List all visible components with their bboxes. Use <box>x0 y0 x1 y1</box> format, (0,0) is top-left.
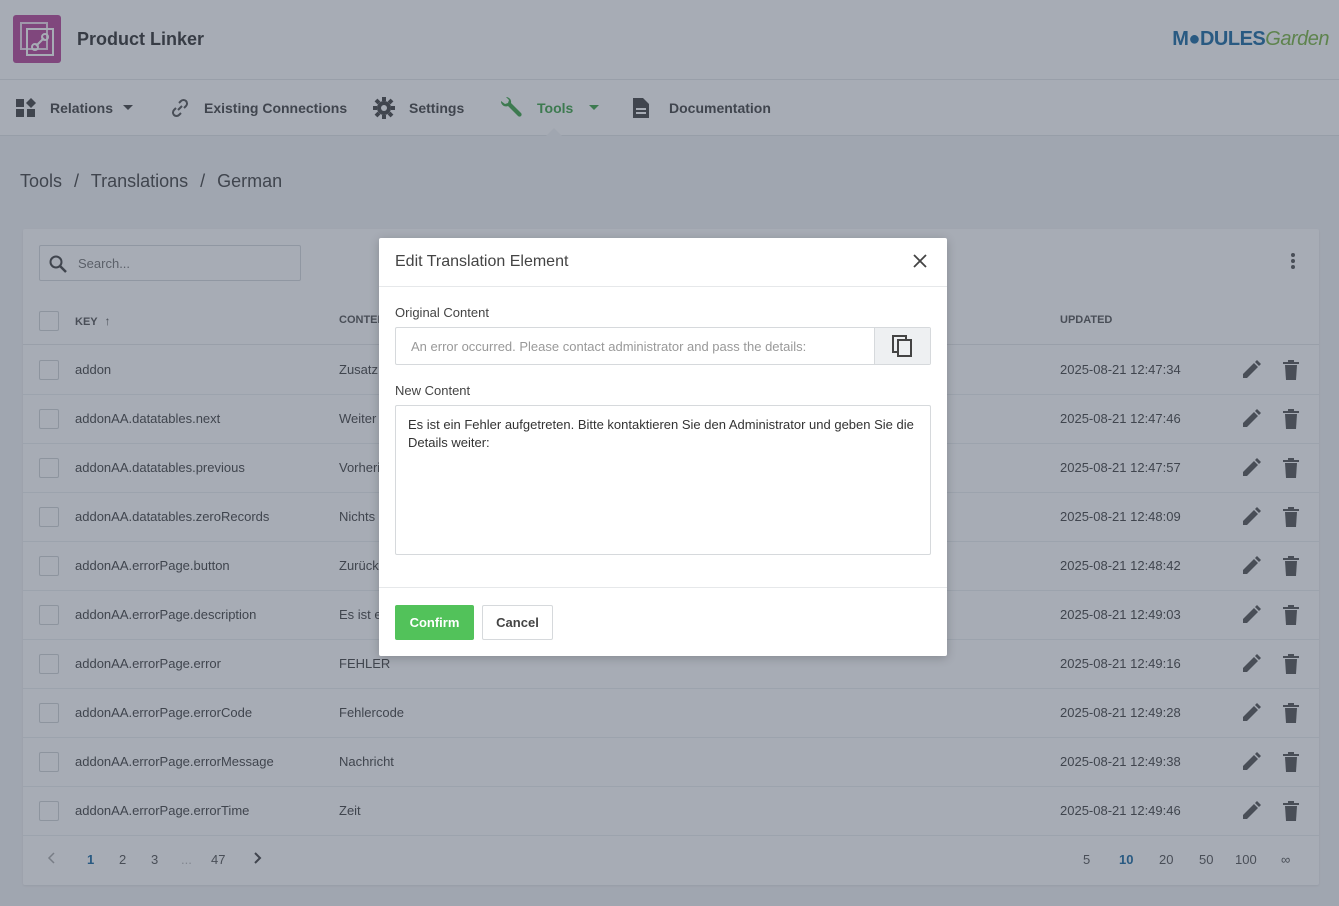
copy-icon <box>892 335 912 357</box>
edit-translation-modal: Edit Translation Element Original Conten… <box>379 238 947 656</box>
close-icon[interactable] <box>913 254 927 273</box>
original-content-value: An error occurred. Please contact admini… <box>411 339 807 354</box>
copy-button[interactable] <box>874 328 930 364</box>
original-content-label: Original Content <box>395 305 489 320</box>
modal-footer: Confirm Cancel <box>379 587 947 656</box>
original-content-field: An error occurred. Please contact admini… <box>395 327 931 365</box>
app-root: Product Linker M●DULESGarden Relations E… <box>0 0 1339 906</box>
confirm-button[interactable]: Confirm <box>395 605 474 640</box>
modal-header: Edit Translation Element <box>379 238 947 287</box>
new-content-textarea[interactable]: Es ist ein Fehler aufgetreten. Bitte kon… <box>395 405 931 555</box>
new-content-label: New Content <box>395 383 471 398</box>
modal-title: Edit Translation Element <box>395 253 569 270</box>
cancel-button[interactable]: Cancel <box>482 605 553 640</box>
